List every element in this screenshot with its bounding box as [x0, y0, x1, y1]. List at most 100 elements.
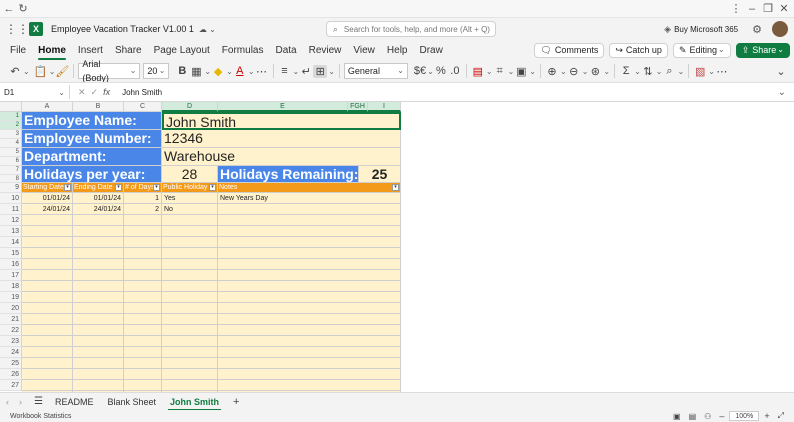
holidays-per-year-label[interactable]: Holidays per year:: [22, 166, 162, 183]
chevron-down-icon[interactable]: ⌄: [582, 67, 589, 76]
prev-sheet-icon[interactable]: ‹: [6, 397, 9, 407]
chevron-down-icon[interactable]: ⌄: [656, 67, 663, 76]
tab-page-layout[interactable]: Page Layout: [154, 45, 210, 56]
format-cells-icon[interactable]: ⊛: [588, 65, 602, 78]
row-header-17[interactable]: 17: [0, 270, 22, 281]
table-header-starting-date[interactable]: Starting Date ▾: [22, 183, 73, 193]
holidays-remaining-cell[interactable]: 25: [359, 166, 401, 183]
column-header-d[interactable]: D: [162, 102, 218, 112]
table-cell[interactable]: 24/01/24: [73, 204, 124, 215]
row-header-22[interactable]: 22: [0, 325, 22, 336]
add-ins-icon[interactable]: ▧: [693, 65, 707, 78]
row-header-18[interactable]: 18: [0, 281, 22, 292]
tab-help[interactable]: Help: [387, 45, 408, 56]
row-header-8[interactable]: 8: [0, 175, 22, 183]
employee-number-label[interactable]: Employee Number:: [22, 130, 162, 148]
row-header-24[interactable]: 24: [0, 347, 22, 358]
clipboard-icon[interactable]: 📋: [34, 65, 48, 78]
delete-cells-icon[interactable]: ⊖: [567, 65, 581, 78]
normal-view-icon[interactable]: ▣: [673, 412, 681, 421]
table-header-num-days[interactable]: # of Days ▾: [124, 183, 162, 193]
bold-icon[interactable]: B: [175, 65, 189, 77]
currency-format-icon[interactable]: $€: [414, 65, 426, 77]
fill-color-icon[interactable]: ◆: [211, 65, 225, 78]
table-header-public-holiday[interactable]: Public Holiday ▾: [162, 183, 218, 193]
formula-input[interactable]: John Smith: [122, 88, 162, 97]
table-cell[interactable]: 1: [124, 193, 162, 204]
holidays-per-year-cell[interactable]: 28: [162, 166, 218, 183]
column-header-c[interactable]: C: [124, 102, 162, 112]
add-sheet-icon[interactable]: +: [233, 396, 239, 408]
undo-icon[interactable]: ↶: [8, 65, 22, 78]
chevron-down-icon[interactable]: ⌄: [226, 67, 233, 76]
column-header-b[interactable]: B: [73, 102, 124, 112]
filter-dropdown-icon[interactable]: ▾: [64, 184, 71, 191]
table-cell[interactable]: New Years Day: [218, 193, 401, 204]
catch-up-button[interactable]: ↪ Catch up: [609, 42, 668, 58]
chevron-down-icon[interactable]: ⌄: [427, 67, 434, 76]
chevron-down-icon[interactable]: ⌄: [204, 67, 211, 76]
share-button[interactable]: ⇪ Share ⌄: [735, 42, 790, 58]
row-header-27[interactable]: 27: [0, 380, 22, 391]
buy-microsoft-365-link[interactable]: Buy Microsoft 365: [674, 25, 738, 34]
row-header-20[interactable]: 20: [0, 303, 22, 314]
page-break-view-icon[interactable]: ▤: [689, 412, 697, 421]
row-header-12[interactable]: 12: [0, 215, 22, 226]
tab-draw[interactable]: Draw: [419, 45, 442, 56]
employee-name-label[interactable]: Employee Name:: [22, 112, 162, 130]
filter-dropdown-icon[interactable]: ▾: [115, 184, 122, 191]
employee-name-cell[interactable]: John Smith: [162, 112, 401, 130]
filter-dropdown-icon[interactable]: ▾: [209, 184, 216, 191]
format-painter-icon[interactable]: 🖌: [55, 65, 69, 78]
empty-table-rows[interactable]: [22, 215, 401, 392]
table-cell[interactable]: 01/01/24: [22, 193, 73, 204]
more-options-icon[interactable]: ⋯: [715, 65, 729, 78]
sheet-tab-readme[interactable]: README: [55, 397, 94, 407]
chevron-down-icon[interactable]: ⌄: [486, 67, 493, 76]
chevron-down-icon[interactable]: ⌄: [634, 67, 641, 76]
sheet-tab-blank-sheet[interactable]: Blank Sheet: [107, 397, 156, 407]
tab-formulas[interactable]: Formulas: [222, 45, 264, 56]
row-header-16[interactable]: 16: [0, 259, 22, 270]
more-vertical-icon[interactable]: ⋮: [728, 0, 744, 18]
tab-review[interactable]: Review: [309, 45, 342, 56]
filter-dropdown-icon[interactable]: ▾: [153, 184, 160, 191]
row-header-14[interactable]: 14: [0, 237, 22, 248]
column-header-a[interactable]: A: [22, 102, 73, 112]
tab-insert[interactable]: Insert: [78, 45, 103, 56]
chevron-down-icon[interactable]: ⌄: [529, 67, 536, 76]
minimize-icon[interactable]: –: [744, 0, 760, 18]
row-header-11[interactable]: 11: [0, 204, 22, 215]
fit-window-icon[interactable]: ⤢: [778, 411, 784, 421]
font-color-icon[interactable]: A: [233, 65, 247, 77]
wrap-text-icon[interactable]: ↵: [299, 65, 313, 78]
chevron-down-icon[interactable]: ⌄: [328, 67, 335, 76]
comments-button[interactable]: 🗨 Comments: [534, 42, 605, 58]
filter-dropdown-icon[interactable]: ▾: [392, 184, 399, 191]
zoom-out-icon[interactable]: –: [719, 411, 724, 421]
row-header-10[interactable]: 10: [0, 193, 22, 204]
back-arrow-icon[interactable]: ←: [2, 0, 16, 18]
table-cell[interactable]: [218, 204, 401, 215]
row-header-2[interactable]: 2: [0, 121, 22, 130]
spreadsheet-grid[interactable]: A B C D E FGH I 1 2 3 4 5 6 7 8 9 10 11 …: [0, 102, 794, 392]
number-format-select[interactable]: General ⌄: [343, 63, 408, 79]
select-all-corner[interactable]: [0, 102, 22, 112]
chevron-down-icon[interactable]: ⌄: [248, 67, 255, 76]
zoom-level-select[interactable]: 100%: [729, 411, 760, 421]
row-header-9[interactable]: 9: [0, 183, 22, 193]
close-icon[interactable]: ✕: [776, 0, 792, 18]
row-header-5[interactable]: 5: [0, 148, 22, 157]
table-cell[interactable]: No: [162, 204, 218, 215]
editing-mode-button[interactable]: ✎ Editing ⌄: [672, 42, 731, 58]
row-header-15[interactable]: 15: [0, 248, 22, 259]
collapse-ribbon-icon[interactable]: ⌄: [774, 65, 788, 78]
tab-view[interactable]: View: [353, 45, 375, 56]
refresh-icon[interactable]: ↻: [16, 0, 30, 18]
table-cell[interactable]: 01/01/24: [73, 193, 124, 204]
tab-share[interactable]: Share: [115, 45, 142, 56]
workbook-statistics-button[interactable]: Workbook Statistics: [10, 413, 71, 420]
format-as-table-icon[interactable]: ⌗: [493, 65, 507, 78]
row-header-19[interactable]: 19: [0, 292, 22, 303]
row-header-26[interactable]: 26: [0, 369, 22, 380]
